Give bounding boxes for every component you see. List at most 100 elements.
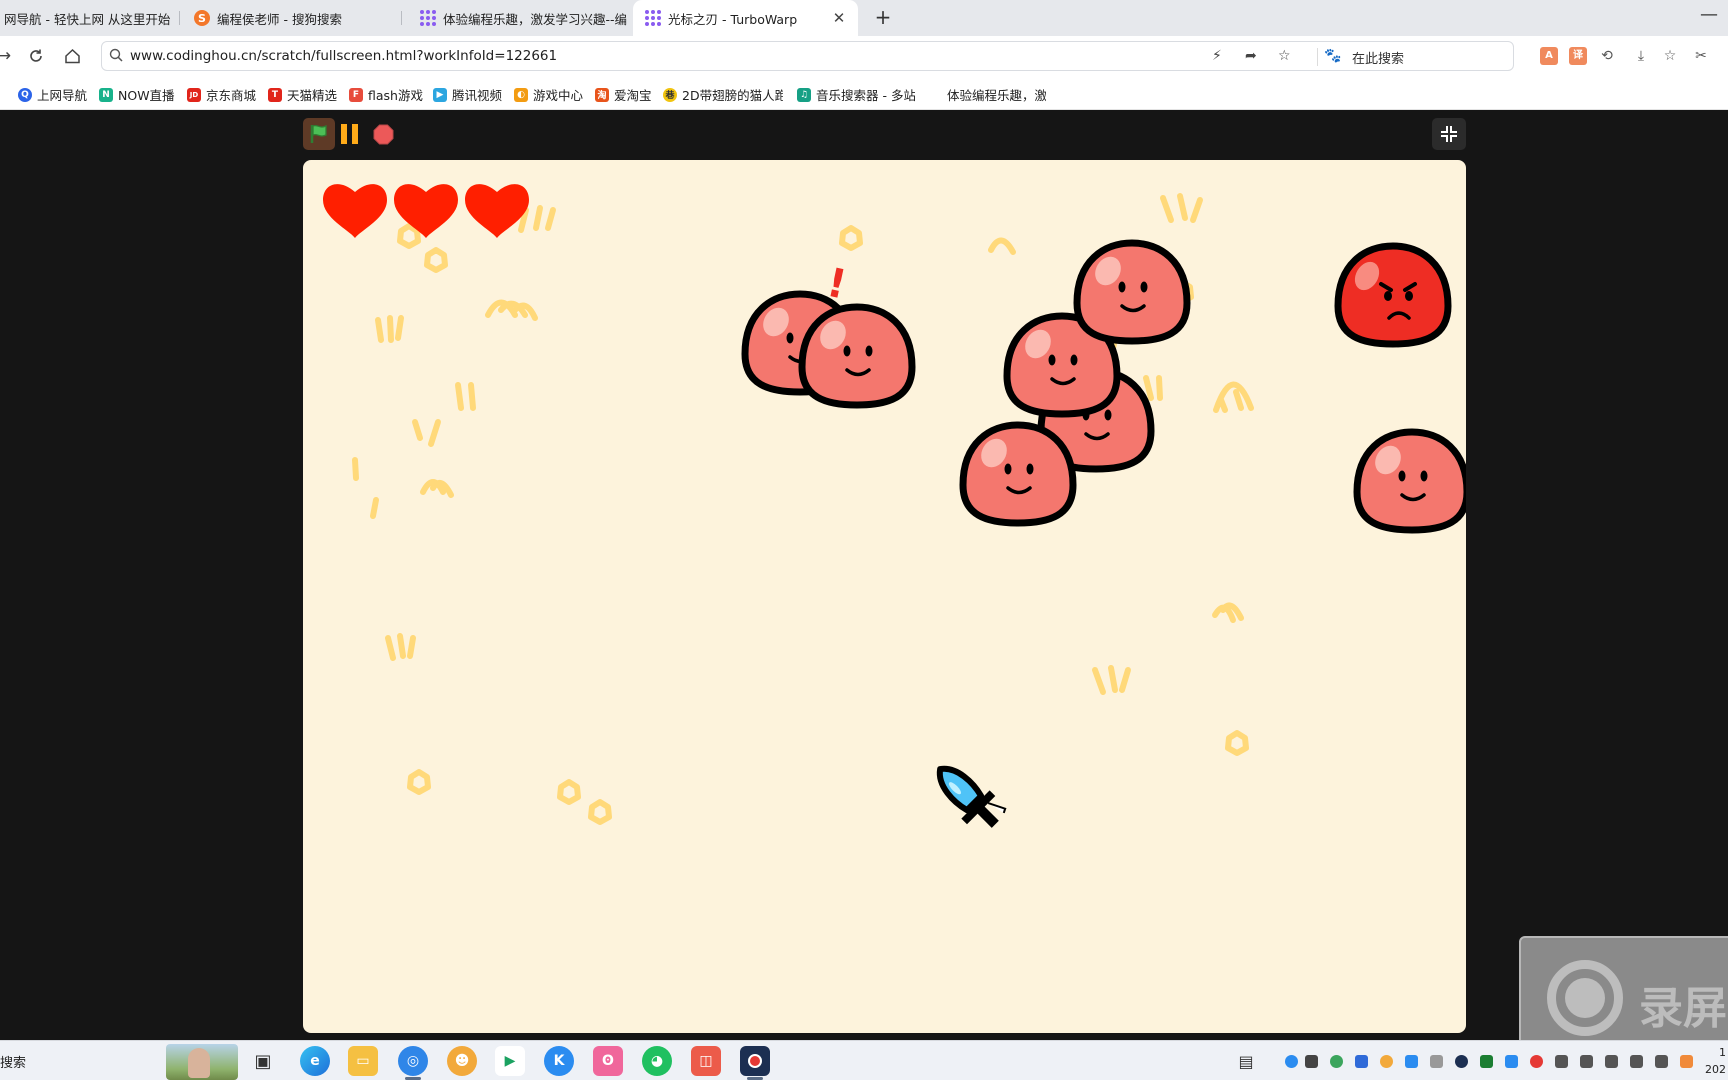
slime-enemy [802,307,912,405]
game-stage[interactable]: ! [303,160,1466,1033]
pause-button[interactable] [341,124,361,144]
bookmark-item[interactable]: N NOW直播 [99,85,175,104]
translate-icon[interactable]: 译 [1569,47,1587,65]
pause-icon [341,124,347,144]
forward-icon[interactable]: → [0,44,16,68]
volume-icon[interactable] [1605,1055,1618,1068]
bookmark-label: 天猫精选 [287,88,338,103]
app-grid-icon [420,10,436,26]
stop-button[interactable] [373,124,394,149]
share-icon[interactable]: ➦ [1245,48,1257,64]
tray-capture-icon[interactable] [1655,1055,1668,1068]
task-view-icon[interactable]: ▣ [248,1046,278,1076]
tray-app-icon[interactable] [1530,1055,1543,1068]
taskbar-search[interactable]: 搜索 [0,1052,26,1071]
tray-security-icon[interactable] [1405,1055,1418,1068]
recorder-label: 录屏 [1639,983,1727,1034]
bookmark-label: 上网导航 [37,88,88,103]
tab-hao123[interactable]: 网导航 - 轻快上网 从这里开始 [0,0,180,36]
minimize-icon[interactable]: — [1700,4,1718,25]
system-clock[interactable]: 1 202 [1700,1044,1726,1078]
tab-codinghou[interactable]: 体验编程乐趣，激发学习兴趣--编 [412,0,628,36]
slime-enemy [1077,243,1187,341]
bookmark-item[interactable]: Fflash游戏 [349,85,423,104]
tab-title: 网导航 - 轻快上网 从这里开始 [4,11,171,27]
bookmark-item[interactable]: 体验编程乐趣，激 [928,85,1046,104]
bookmark-label: 腾讯视频 [452,88,503,103]
baidu-paw-icon[interactable]: 🐾 [1324,48,1341,64]
lives-hearts [323,184,529,238]
bookmark-item[interactable]: ◐ 游戏中心 [514,85,583,104]
address-bar[interactable]: www.codinghou.cn/scratch/fullscreen.html… [101,41,1514,71]
tray-nvidia-icon[interactable] [1480,1055,1493,1068]
star-icon[interactable]: ☆ [1278,48,1291,64]
bookmark-item[interactable]: ▶ 腾讯视频 [433,85,502,104]
bookmark-item[interactable]: 巷 2D带翅膀的猫人跑 [663,85,783,104]
bookmark-icon: T [268,87,282,102]
toolbox-icon[interactable]: ◫ [691,1046,721,1076]
bookmark-item[interactable]: T 天猫精选 [268,85,337,104]
tray-recorder-icon[interactable] [1455,1055,1468,1068]
divider [1317,48,1318,66]
kugou-icon[interactable]: K [544,1046,574,1076]
tab-separator [179,11,180,25]
bookmarks-bar: Q 上网导航 N NOW直播 JD 京东商城 T 天猫精选 Fflash游戏 ▶ 腾讯视频… [0,76,1728,110]
recorder-app-icon[interactable] [740,1046,770,1080]
input-method-icon[interactable] [1630,1055,1643,1068]
pdf-icon[interactable]: A [1540,47,1558,65]
lightning-icon[interactable]: ⚡ [1212,48,1222,64]
reload-icon[interactable] [24,44,48,68]
tray-edge-icon[interactable] [1285,1055,1298,1068]
home-icon[interactable] [60,44,84,68]
angry-slime-enemy [1334,242,1452,348]
exit-fullscreen-button[interactable] [1432,118,1466,150]
clock-date: 202 [1705,1063,1726,1076]
edge-icon[interactable]: e [300,1046,330,1076]
heart-icon [323,184,387,238]
tab-turbowarp[interactable]: 光标之刃 - TurboWarp ✕ [633,0,858,36]
news-widget-icon[interactable]: ▤ [1231,1046,1261,1076]
url-text[interactable]: www.codinghou.cn/scratch/fullscreen.html… [130,48,557,64]
wechat-icon[interactable]: ◕ [642,1046,672,1076]
tab-title: 体验编程乐趣，激发学习兴趣--编 [443,11,628,27]
alert-mark: ! [823,260,850,309]
tray-shield-icon[interactable] [1305,1055,1318,1068]
download-icon[interactable]: ⤓ [1632,47,1650,65]
tray-device-icon[interactable] [1430,1055,1443,1068]
tray-defender-icon[interactable] [1355,1055,1368,1068]
video-player-icon[interactable]: ▶ [495,1046,525,1076]
bookmark-icon: 淘 [595,87,609,102]
tray-office-icon[interactable] [1680,1055,1693,1068]
player-cursor-blade [936,765,1007,828]
bookmark-item[interactable]: 淘爱淘宝 [595,85,652,104]
tray-pen-icon[interactable] [1555,1055,1568,1068]
bookmark-item[interactable]: JD 京东商城 [187,85,256,104]
browser-toolbar: → www.codinghou.cn/scratch/fullscreen.ht… [0,36,1728,76]
tray-kugou-icon[interactable] [1505,1055,1518,1068]
sogou-icon: S [194,10,210,26]
close-icon[interactable]: ✕ [830,9,848,27]
scissors-icon[interactable]: ✂ [1692,47,1710,65]
tab-sogou-search[interactable]: S 编程侯老师 - 搜狗搜索 [186,0,402,36]
screen-recorder-widget[interactable]: 录屏 [1519,936,1728,1056]
bookmark-item[interactable]: ♫ 音乐搜索器 - 多站 [797,85,915,104]
green-flag-button[interactable] [303,118,335,150]
browser-icon[interactable]: ◎ [398,1046,428,1080]
game-app-icon[interactable]: ☻ [447,1046,477,1076]
tray-game-icon[interactable] [1380,1055,1393,1068]
history-icon[interactable]: ⟲ [1598,47,1616,65]
new-tab-button[interactable]: + [870,5,896,31]
bilibili-icon[interactable]: ʘ [593,1046,623,1076]
favorites-icon[interactable]: ☆ [1661,47,1679,65]
widget-photo[interactable] [166,1044,238,1080]
bookmark-label: 体验编程乐趣，激 [947,88,1046,103]
windows-taskbar: 搜索 ▣ e ▭ ◎ ☻ ▶ K ʘ ◕ ◫ ▤ 1 202 [0,1040,1728,1080]
bookmark-label: flash游戏 [368,88,423,103]
tray-chrome-icon[interactable] [1330,1055,1343,1068]
bookmark-item[interactable]: Q 上网导航 [18,85,87,104]
search-engine-input[interactable]: 在此搜索 [1352,48,1404,67]
bookmark-label: 音乐搜索器 - 多站 [816,88,915,103]
network-icon[interactable] [1580,1055,1593,1068]
bookmark-icon: N [99,87,113,102]
file-explorer-icon[interactable]: ▭ [348,1046,378,1076]
